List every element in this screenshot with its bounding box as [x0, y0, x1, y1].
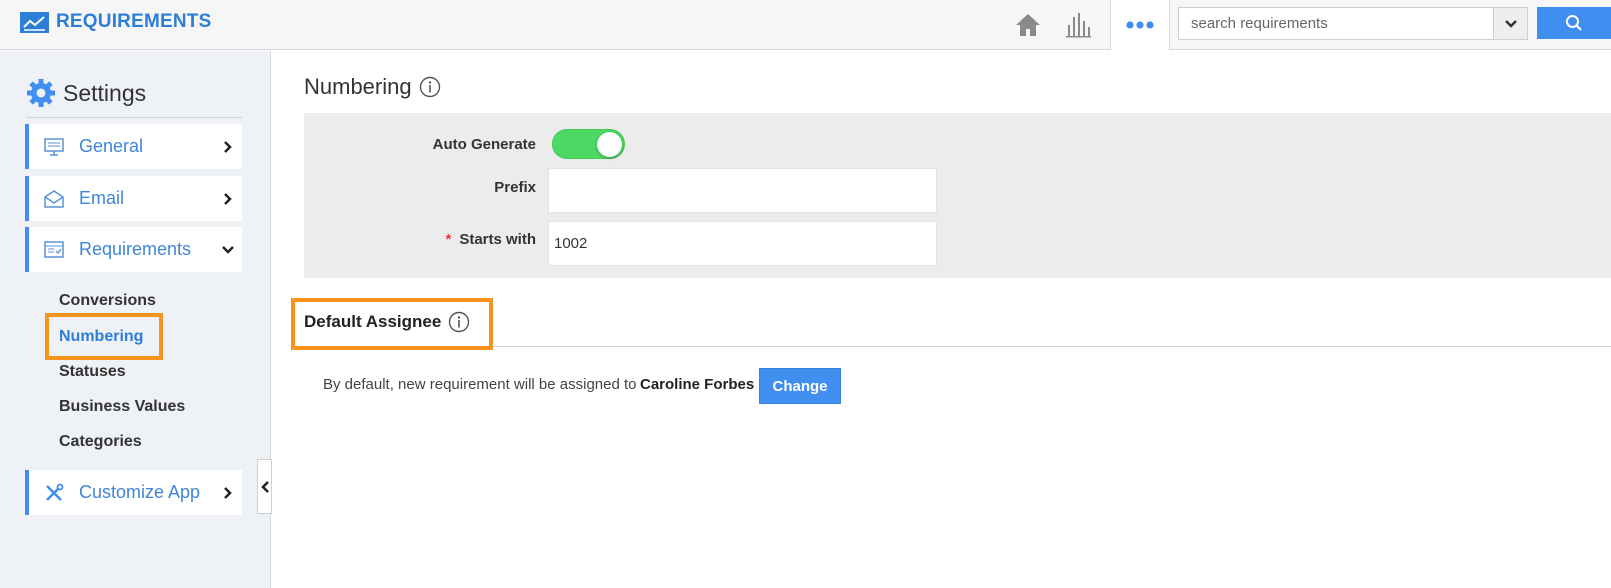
search-button[interactable] [1537, 7, 1611, 39]
sidebar-item-label: Customize App [79, 482, 201, 502]
prefix-input[interactable] [548, 168, 937, 213]
requirements-icon [43, 239, 65, 261]
bar-chart-icon [1066, 13, 1091, 38]
sidebar-item-label: Email [79, 188, 125, 208]
subitem-categories[interactable]: Categories [59, 433, 142, 451]
default-assignee-title: Default Assignee [304, 311, 470, 333]
gear-icon [27, 79, 55, 107]
app-title: REQUIREMENTS [56, 11, 212, 32]
sidebar-item-customize-app[interactable]: Customize App [25, 470, 242, 515]
subitem-conversions[interactable]: Conversions [59, 292, 156, 310]
search-input[interactable] [1178, 7, 1494, 40]
sidebar-title: Settings [26, 78, 146, 108]
info-icon[interactable] [448, 311, 470, 333]
numbering-highlight-box [45, 313, 163, 360]
more-dots-icon [1126, 21, 1154, 29]
required-asterisk: * [445, 231, 452, 248]
top-bar: REQUIREMENTS [0, 0, 1611, 50]
sidebar-item-general[interactable]: General [25, 124, 242, 169]
sidebar-item-email[interactable]: Email [25, 176, 242, 221]
auto-generate-label: Auto Generate [432, 136, 536, 153]
auto-generate-toggle[interactable] [552, 129, 625, 159]
starts-with-input[interactable] [548, 221, 937, 266]
sidebar-item-label: General [79, 136, 144, 156]
toggle-knob [597, 132, 622, 157]
chevron-down-icon [218, 240, 238, 260]
search-dropdown-button[interactable] [1493, 7, 1528, 40]
page-title: Numbering [304, 74, 441, 100]
sidebar-divider [26, 117, 242, 118]
app-brand[interactable]: REQUIREMENTS [20, 11, 211, 33]
sidebar-item-label: Requirements [79, 239, 192, 259]
search-icon [1566, 15, 1582, 31]
page-title-text: Numbering [304, 74, 412, 99]
section-divider [493, 346, 1611, 347]
reports-button[interactable] [1062, 9, 1094, 41]
tools-icon [43, 482, 65, 504]
change-assignee-button[interactable]: Change [759, 368, 841, 404]
starts-with-label: * Starts with [336, 231, 536, 248]
info-icon[interactable] [419, 76, 441, 98]
chevron-right-icon [218, 483, 238, 503]
more-menu-button[interactable] [1110, 0, 1170, 50]
subitem-statuses[interactable]: Statuses [59, 363, 126, 381]
subitem-business-values[interactable]: Business Values [59, 398, 185, 416]
default-assignee-title-text: Default Assignee [304, 312, 442, 331]
chevron-right-icon [218, 137, 238, 157]
chevron-right-icon [218, 189, 238, 209]
sidebar-title-text: Settings [63, 79, 147, 106]
app-logo-icon [20, 11, 49, 33]
home-icon [1016, 14, 1040, 36]
envelope-icon [43, 188, 65, 210]
sidebar-collapse-button[interactable] [257, 459, 272, 514]
assignee-description: By default, new requirement will be assi… [323, 376, 637, 393]
home-button[interactable] [1012, 9, 1044, 41]
assignee-name: Caroline Forbes [640, 376, 755, 393]
prefix-label: Prefix [494, 179, 536, 196]
monitor-icon [43, 136, 65, 158]
sidebar-item-requirements[interactable]: Requirements [25, 227, 242, 272]
chevron-down-icon [1504, 19, 1517, 28]
chevron-left-icon [260, 480, 269, 493]
starts-with-label-text: Starts with [459, 231, 536, 248]
